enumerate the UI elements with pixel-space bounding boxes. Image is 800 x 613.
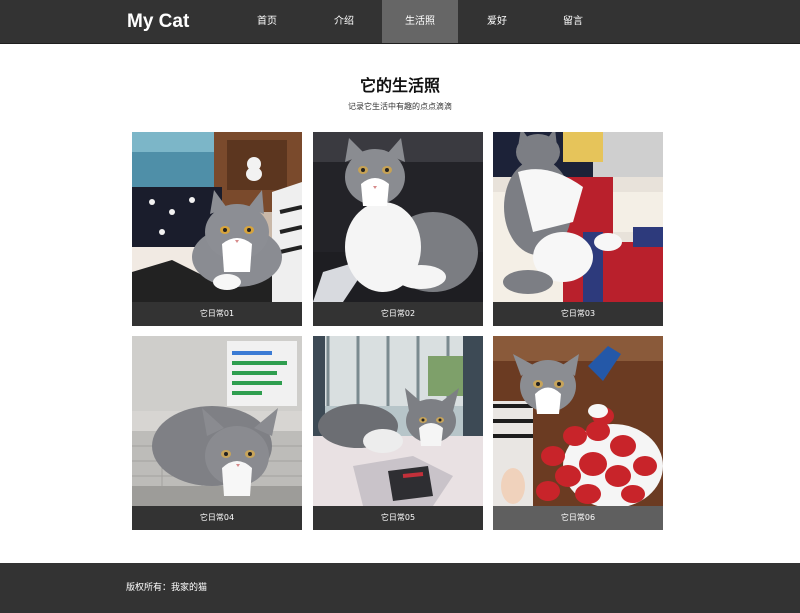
page-title: 它的生活照 bbox=[359, 76, 440, 95]
photo-card[interactable]: 它日常06 bbox=[493, 336, 663, 530]
page-footer: 版权所有：我家的猫 bbox=[0, 563, 800, 613]
nav-item-home[interactable]: 首页 bbox=[229, 0, 305, 43]
cat-photo[interactable] bbox=[493, 336, 663, 506]
photo-card[interactable]: 它日常05 bbox=[313, 336, 483, 530]
photo-caption: 它日常03 bbox=[493, 302, 663, 326]
cat-photo[interactable] bbox=[132, 132, 302, 302]
copyright-text: 版权所有：我家的猫 bbox=[126, 583, 208, 593]
photo-card[interactable]: 它日常02 bbox=[313, 132, 483, 326]
top-navbar: My Cat 首页 介绍 生活照 爱好 留言 bbox=[0, 0, 800, 44]
photo-caption: 它日常05 bbox=[313, 506, 483, 530]
cat-photo[interactable] bbox=[313, 132, 483, 302]
photo-card[interactable]: 它日常03 bbox=[493, 132, 663, 326]
photo-caption: 它日常06 bbox=[493, 506, 663, 530]
nav-item-hobbies[interactable]: 爱好 bbox=[459, 0, 535, 43]
photo-caption: 它日常01 bbox=[132, 302, 302, 326]
nav-item-messages[interactable]: 留言 bbox=[535, 0, 611, 43]
cat-photo[interactable] bbox=[132, 336, 302, 506]
nav-item-intro[interactable]: 介绍 bbox=[306, 0, 382, 43]
cat-photo[interactable] bbox=[313, 336, 483, 506]
photo-caption: 它日常02 bbox=[313, 302, 483, 326]
photo-card[interactable]: 它日常01 bbox=[132, 132, 302, 326]
photo-card[interactable]: 它日常04 bbox=[132, 336, 302, 530]
page-subtitle: 记录它生活中有趣的点点滴滴 bbox=[348, 102, 452, 111]
cat-photo[interactable] bbox=[493, 132, 663, 302]
site-logo[interactable]: My Cat bbox=[127, 10, 189, 34]
nav-item-photos[interactable]: 生活照 bbox=[382, 0, 458, 43]
photo-caption: 它日常04 bbox=[132, 506, 302, 530]
